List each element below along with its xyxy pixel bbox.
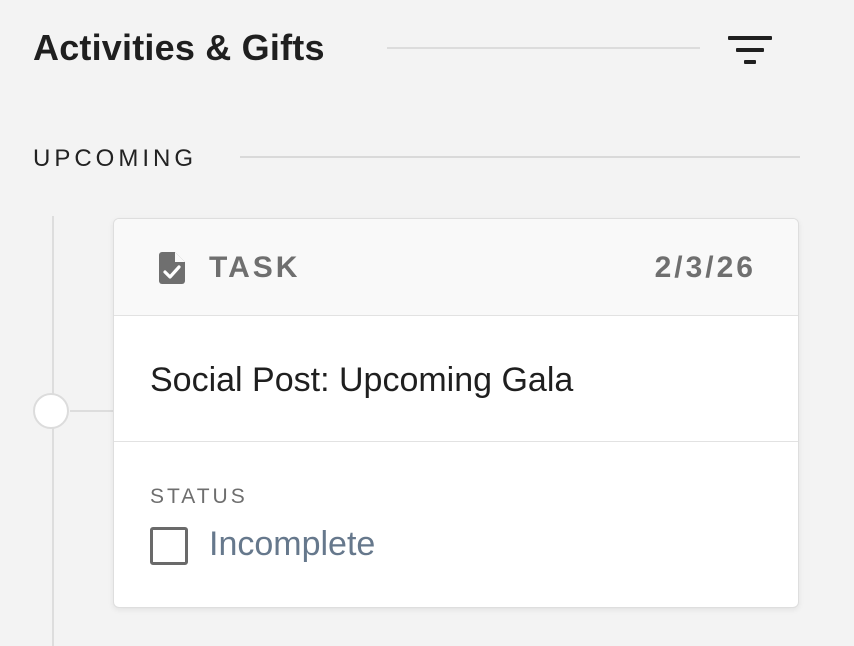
panel-header: Activities & Gifts bbox=[33, 22, 778, 72]
filter-button[interactable] bbox=[723, 28, 777, 68]
activity-card-body: Social Post: Upcoming Gala bbox=[114, 316, 798, 442]
section-label: UPCOMING bbox=[33, 145, 197, 172]
activity-title[interactable]: Social Post: Upcoming Gala bbox=[150, 361, 573, 400]
filter-icon bbox=[723, 28, 777, 68]
timeline-connector bbox=[70, 410, 114, 412]
header-divider bbox=[387, 47, 700, 49]
activity-card[interactable]: TASK 2/3/26 Social Post: Upcoming Gala S… bbox=[113, 218, 799, 608]
activity-status-section: STATUS Incomplete bbox=[114, 442, 798, 607]
status-checkbox[interactable] bbox=[150, 527, 188, 565]
timeline-dot bbox=[33, 393, 69, 429]
section-divider bbox=[240, 156, 800, 158]
status-label: STATUS bbox=[150, 485, 248, 508]
task-file-check-icon bbox=[159, 252, 185, 284]
timeline-line bbox=[52, 216, 54, 646]
upcoming-section-heading: UPCOMING bbox=[33, 140, 800, 176]
status-value[interactable]: Incomplete bbox=[209, 525, 375, 564]
activity-type-label: TASK bbox=[209, 251, 301, 284]
activity-date: 2/3/26 bbox=[654, 251, 756, 284]
panel-title: Activities & Gifts bbox=[33, 27, 325, 68]
activity-card-header: TASK 2/3/26 bbox=[114, 219, 798, 316]
